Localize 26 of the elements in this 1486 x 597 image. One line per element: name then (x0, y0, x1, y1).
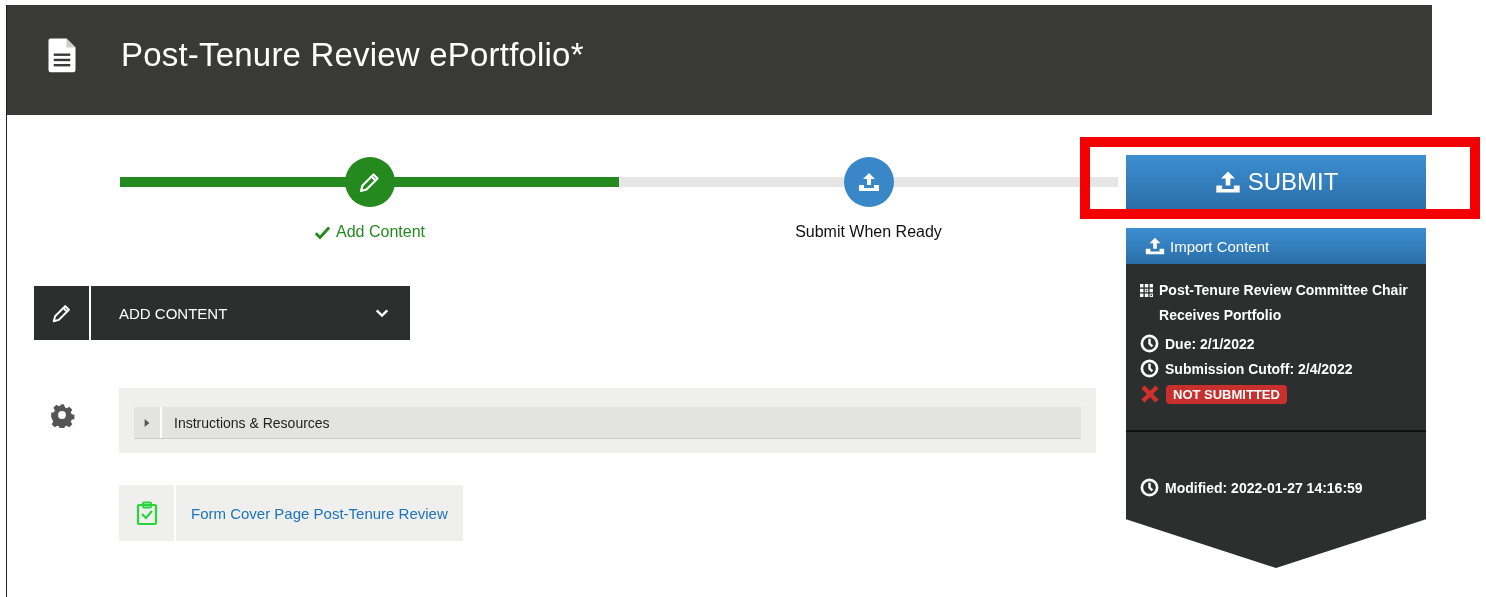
add-content-dropdown[interactable]: ADD CONTENT (91, 286, 410, 340)
settings-icon (49, 402, 75, 428)
status-badge: NOT SUBMITTED (1166, 384, 1287, 404)
workflow-step: Post-Tenure Review Committee Chair Receives Portfolio (1159, 278, 1416, 328)
form-link[interactable]: Form Cover Page Post-Tenure Review (176, 504, 463, 522)
submit-button[interactable]: SUBMIT (1126, 155, 1426, 209)
pencil-icon (50, 302, 73, 324)
section-header[interactable]: Instructions & Resources (134, 407, 1081, 439)
clipboard-check-icon (134, 500, 159, 526)
submission-cutoff: Submission Cutoff: 2/4/2022 (1165, 360, 1353, 377)
pencil-button[interactable] (34, 286, 91, 340)
step-circle[interactable] (843, 157, 894, 207)
due-date: Due: 2/1/2022 (1165, 335, 1255, 352)
cross-icon (1140, 384, 1160, 404)
grid-icon (1140, 281, 1154, 300)
page-title: Post-Tenure Review ePortfolio* (121, 36, 584, 74)
clock-icon (1140, 359, 1159, 378)
step-label: Submit When Ready (795, 223, 942, 241)
expand-triangle-icon (143, 417, 151, 428)
step-label: Add Content (336, 223, 425, 241)
clock-icon (1140, 334, 1159, 353)
clock-icon (1140, 478, 1159, 497)
upload-icon (1144, 235, 1166, 257)
check-icon (314, 224, 331, 240)
modified-date: Modified: 2022-01-27 14:16:59 (1165, 479, 1363, 496)
import-content-button[interactable]: Import Content (1126, 228, 1426, 264)
